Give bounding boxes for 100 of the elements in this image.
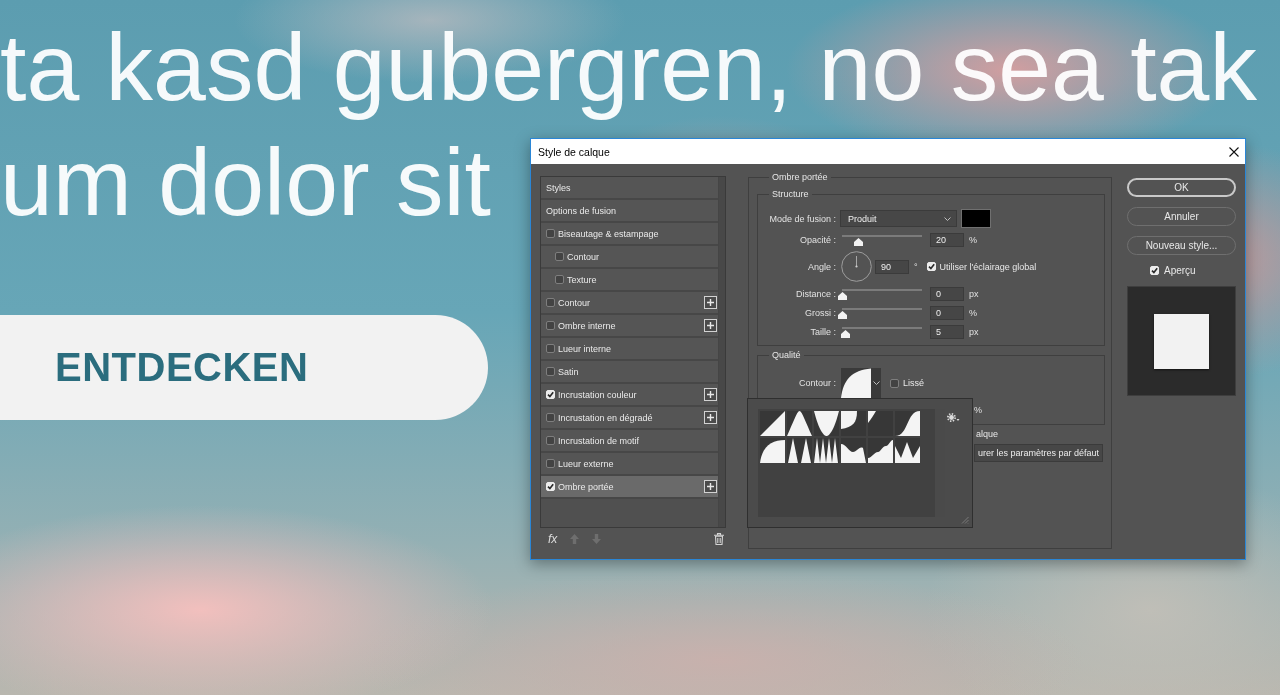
unit-label: % [969, 234, 977, 245]
plus-icon [707, 391, 714, 398]
contour-preset-icon[interactable] [814, 438, 839, 463]
group-title: Qualité [771, 350, 802, 361]
effect-checkbox[interactable] [546, 413, 555, 422]
group-title: Structure [771, 189, 810, 200]
effect-checkbox[interactable] [546, 436, 555, 445]
dialog-title: Style de calque [538, 145, 610, 158]
add-effect-button[interactable] [704, 411, 717, 424]
plus-icon [707, 299, 714, 306]
contour-preset-icon[interactable] [760, 438, 785, 463]
effect-list-item[interactable]: Lueur interne [541, 338, 718, 361]
trash-icon[interactable] [714, 533, 724, 545]
effect-list-item[interactable]: Options de fusion [541, 200, 718, 223]
close-icon [1229, 146, 1239, 157]
contour-preset-icon[interactable] [814, 411, 839, 436]
checkbox-label: Utiliser l'éclairage global [939, 261, 1037, 272]
contour-preset-icon[interactable] [760, 411, 785, 436]
slider-thumb[interactable] [853, 237, 863, 246]
slider-thumb[interactable] [840, 329, 850, 338]
close-button[interactable] [1229, 146, 1239, 157]
effect-checkbox[interactable] [546, 390, 555, 399]
number-field[interactable]: 90 [875, 259, 909, 274]
number-field[interactable]: 0 [930, 286, 964, 301]
field-label: Mode de fusion : [769, 213, 836, 224]
effect-checkbox[interactable] [546, 321, 555, 330]
plus-icon [707, 414, 714, 421]
blend-mode-dropdown[interactable]: Produit [840, 210, 957, 227]
checkbox-label: alque [976, 429, 999, 439]
effect-list-item[interactable]: Styles [541, 177, 718, 200]
slider-thumb[interactable] [837, 310, 847, 319]
contour-preset-icon[interactable] [895, 411, 920, 436]
effect-list-item[interactable]: Contour [541, 292, 718, 315]
checkmark-icon [547, 483, 554, 490]
effect-checkbox[interactable] [546, 229, 555, 238]
headline-text: ta kasd gubergren, no sea tak [0, 13, 1257, 122]
effect-checkbox[interactable] [555, 275, 564, 284]
checkbox[interactable] [926, 262, 936, 271]
effect-list-item[interactable]: Lueur externe [541, 453, 718, 476]
effects-menu-button[interactable]: fx [548, 533, 558, 545]
effect-list-item[interactable]: Texture [541, 269, 718, 292]
gear-icon[interactable] [947, 413, 960, 422]
field-label: Opacité : [799, 234, 836, 245]
add-effect-button[interactable] [704, 480, 717, 493]
unit-label: ° [914, 261, 918, 272]
preview-checkbox[interactable] [1150, 265, 1159, 275]
field-label: Contour : [798, 378, 836, 388]
chevron-down-icon [944, 216, 951, 221]
dialog-button[interactable]: Annuler [1127, 207, 1236, 226]
number-field[interactable]: 5 [930, 324, 964, 339]
number-field[interactable]: 20 [930, 232, 964, 247]
group-title: Ombre portée [771, 172, 829, 183]
checkmark-icon [927, 263, 935, 270]
angle-dial[interactable] [841, 251, 872, 282]
dialog-button[interactable]: Nouveau style... [1127, 236, 1236, 255]
effect-checkbox[interactable] [546, 367, 555, 376]
effect-list-item[interactable]: Incrustation en dégradé [541, 407, 718, 430]
effect-list-item[interactable]: Incrustation de motif [541, 430, 718, 453]
chevron-down-icon [872, 381, 880, 385]
checkbox[interactable] [890, 378, 899, 388]
effect-checkbox[interactable] [546, 459, 555, 468]
slider-thumb[interactable] [837, 291, 847, 300]
color-swatch[interactable] [961, 209, 991, 228]
checkmark-icon [1151, 266, 1158, 274]
style-preview-thumbnail [1154, 313, 1209, 369]
effect-checkbox[interactable] [546, 344, 555, 353]
unit-label: px [969, 288, 979, 299]
add-effect-button[interactable] [704, 388, 717, 401]
effect-list-item[interactable]: Incrustation couleur [541, 384, 718, 407]
effect-checkbox[interactable] [555, 252, 564, 261]
add-effect-button[interactable] [704, 319, 717, 332]
checkbox-label: Aperçu [1164, 264, 1196, 276]
defaults-button[interactable]: urer les paramètres par défaut [974, 444, 1103, 462]
field-label: Distance : [795, 288, 836, 299]
number-field[interactable]: 0 [930, 305, 964, 320]
plus-icon [707, 322, 714, 329]
contour-preset-icon[interactable] [787, 438, 812, 463]
contour-preset-icon[interactable] [841, 438, 866, 463]
plus-icon [707, 483, 714, 490]
effect-list-item[interactable]: Contour [541, 246, 718, 269]
effect-list-item[interactable]: Satin [541, 361, 718, 384]
contour-curve-icon[interactable] [841, 368, 871, 398]
effect-checkbox[interactable] [546, 298, 555, 307]
contour-preset-icon[interactable] [841, 411, 866, 436]
add-effect-button[interactable] [704, 296, 717, 309]
headline-text: um dolor sit [0, 128, 491, 237]
scrollbar-track[interactable] [718, 177, 725, 527]
effect-list-item[interactable]: Ombre portée [541, 476, 718, 499]
field-label: Angle : [807, 261, 836, 272]
effect-list-item[interactable]: Biseautage & estampage [541, 223, 718, 246]
effect-list-item[interactable]: Ombre interne [541, 315, 718, 338]
explore-button[interactable]: ENTDECKEN [0, 315, 488, 420]
unit-label: px [969, 326, 979, 337]
contour-preset-icon[interactable] [868, 411, 893, 436]
dialog-button[interactable]: OK [1127, 178, 1236, 197]
contour-preset-icon[interactable] [895, 438, 920, 463]
contour-preset-icon[interactable] [787, 411, 812, 436]
unit-label: % [974, 405, 982, 415]
contour-preset-icon[interactable] [868, 438, 893, 463]
effect-checkbox[interactable] [546, 482, 555, 491]
